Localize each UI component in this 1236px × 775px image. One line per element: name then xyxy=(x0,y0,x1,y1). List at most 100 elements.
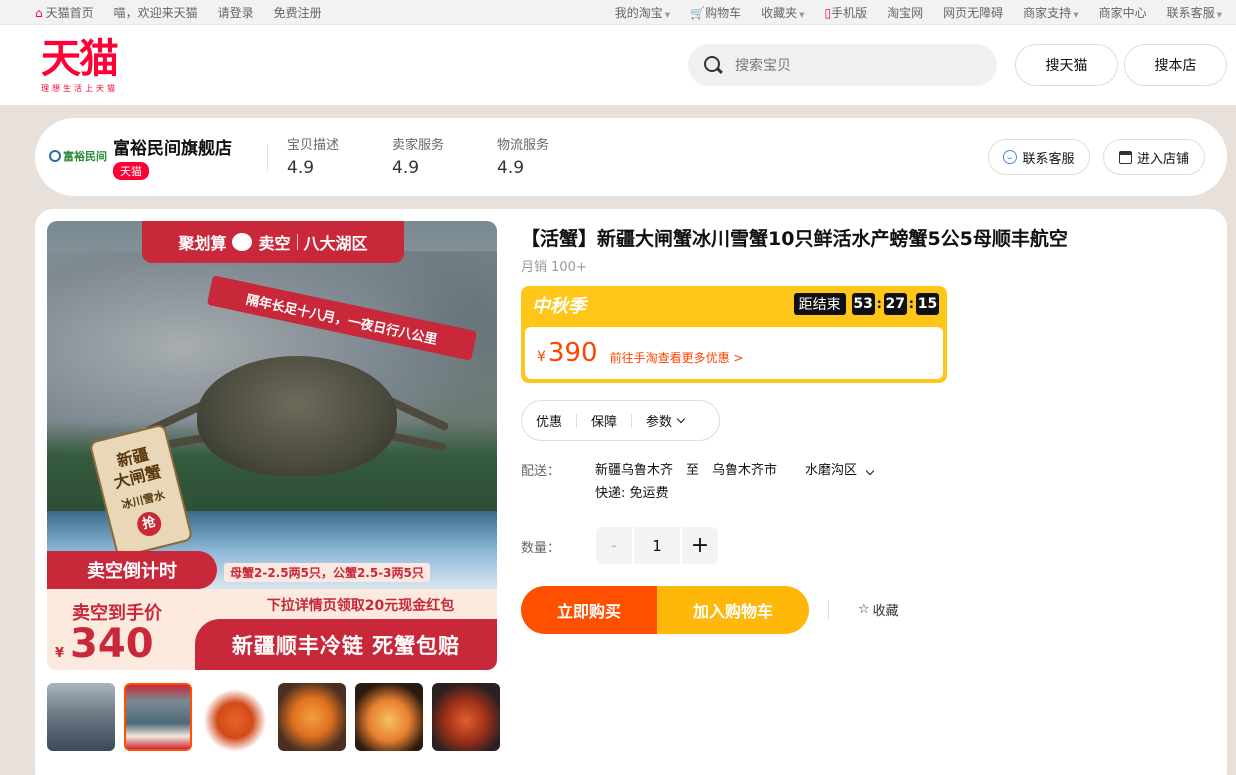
search-bar[interactable] xyxy=(688,44,997,86)
delivery-district-select[interactable]: 水磨沟区 xyxy=(805,459,875,478)
thumbnail-selected[interactable] xyxy=(124,683,192,751)
star-icon: ☆ xyxy=(858,602,870,617)
rating-label: 物流服务 xyxy=(497,138,550,153)
my-taobao-menu[interactable]: 我的淘宝 ▼ xyxy=(615,4,670,21)
tab-discount[interactable]: 优惠 xyxy=(522,412,576,430)
image-coupon-text: 下拉详情页领取20元现金红包 xyxy=(266,598,455,614)
tmall-badge: 天猫 xyxy=(113,162,149,180)
image-top-banner: 聚划算 卖空 八大湖区 xyxy=(142,221,404,263)
image-shipping-text: 新疆顺丰冷链 死蟹包赔 xyxy=(195,619,497,670)
banner-juhuasuan: 聚划算 xyxy=(178,234,227,253)
quantity-minus-button[interactable]: - xyxy=(596,527,632,564)
contact-service-button[interactable]: 联系客服 xyxy=(988,139,1090,175)
customer-service-icon xyxy=(1003,150,1018,164)
promo-countdown: 距结束 53 : 27 : 15 xyxy=(793,293,939,315)
tmall-home-label: 天猫首页 xyxy=(45,6,94,20)
greeting-text: 喵，欢迎来天猫 xyxy=(113,6,198,20)
logo-slogan: 理想生活上天猫 xyxy=(41,84,118,93)
thumbnail[interactable] xyxy=(47,683,115,751)
mobile-label: 手机版 xyxy=(831,6,868,20)
product-title: 【活蟹】新疆大闸蟹冰川雪蟹10只鲜活水产螃蟹5公5母顺丰航空 xyxy=(521,228,1068,250)
header: 天猫 理想生活上天猫 搜天猫 搜本店 xyxy=(0,25,1236,105)
rating-value: 4.9 xyxy=(497,158,525,178)
store-icon xyxy=(1118,150,1132,164)
rating-label: 卖家服务 xyxy=(392,138,445,153)
rating-service: 卖家服务 4.9 xyxy=(392,134,444,178)
tmall-logo[interactable]: 天猫 理想生活上天猫 xyxy=(41,37,133,94)
shop-logo-icon xyxy=(49,150,61,162)
price-more-link[interactable]: 前往手淘查看更多优惠 > xyxy=(610,349,744,366)
delivery-district: 水磨沟区 xyxy=(805,463,858,478)
chevron-down-icon xyxy=(676,414,686,423)
price-panel: ¥ 390 前往手淘查看更多优惠 > xyxy=(525,327,943,379)
image-price-value: 340 xyxy=(70,621,154,667)
logo-text: 天猫 xyxy=(41,35,119,82)
chevron-down-icon: ▼ xyxy=(1073,11,1079,19)
shop-logo[interactable]: 富裕民间 xyxy=(49,148,107,164)
my-taobao-label: 我的淘宝 xyxy=(614,6,663,20)
thumbnail[interactable] xyxy=(201,683,269,751)
chevron-down-icon: ▼ xyxy=(1216,11,1222,19)
search-icon xyxy=(703,55,723,75)
enter-store-label: 进入店铺 xyxy=(1136,151,1189,167)
merchant-support-menu[interactable]: 商家支持 ▼ xyxy=(1023,4,1078,21)
product-main-image[interactable]: 聚划算 卖空 八大湖区 隔年长足十八月，一夜日行八公里 新疆 大闸蟹 冰川雪水 … xyxy=(47,221,497,670)
rating-logistics: 物流服务 4.9 xyxy=(497,134,549,178)
quantity-label: 数量： xyxy=(521,541,561,556)
banner-maikong: 卖空 xyxy=(258,234,291,253)
contact-service-menu[interactable]: 联系客服 ▼ xyxy=(1167,4,1222,21)
merchant-center-link[interactable]: 商家中心 xyxy=(1099,4,1147,21)
product-main-card: 聚划算 卖空 八大湖区 隔年长足十八月，一夜日行八公里 新疆 大闸蟹 冰川雪水 … xyxy=(35,209,1227,775)
rating-value: 4.9 xyxy=(392,158,420,178)
top-bar: ⌂ 天猫首页 喵，欢迎来天猫 请登录 免费注册 我的淘宝 ▼ 🛒购物车 收藏夹 ▼ … xyxy=(0,0,1236,25)
quantity-value[interactable]: 1 xyxy=(634,527,680,564)
image-bottom-price: ¥ 340 xyxy=(55,621,154,667)
shop-name[interactable]: 富裕民间旗舰店 xyxy=(113,134,232,159)
image-spec: 母蟹2-2.5两5只，公蟹2.5-3两5只 xyxy=(224,563,430,582)
tmall-home-link[interactable]: ⌂ 天猫首页 xyxy=(35,4,94,21)
login-link[interactable]: 请登录 xyxy=(218,4,254,21)
currency-symbol: ¥ xyxy=(537,349,546,365)
accessible-link[interactable]: 网页无障碍 xyxy=(943,4,1003,21)
delivery-city[interactable]: 乌鲁木齐市 xyxy=(712,459,777,478)
tab-params[interactable]: 参数 xyxy=(632,412,698,430)
shop-logo-text: 富裕民间 xyxy=(63,150,107,163)
favorites-menu[interactable]: 收藏夹 ▼ xyxy=(761,4,804,21)
contact-service-label: 联系客服 xyxy=(1022,151,1075,167)
search-store-button[interactable]: 搜本店 xyxy=(1124,44,1227,86)
cart-link[interactable]: 🛒购物车 xyxy=(690,4,741,21)
chevron-down-icon: ▼ xyxy=(799,11,805,19)
quantity-stepper: - 1 + xyxy=(596,527,718,564)
countdown-colon: : xyxy=(908,296,914,312)
buy-now-button[interactable]: 立即购买 xyxy=(521,586,657,634)
divider xyxy=(267,144,268,172)
info-tabs: 优惠 保障 参数 xyxy=(521,400,720,441)
rating-value: 4.9 xyxy=(287,158,315,178)
countdown-seconds: 15 xyxy=(916,293,939,315)
enter-store-button[interactable]: 进入店铺 xyxy=(1103,139,1205,175)
cup-icon xyxy=(232,233,253,251)
add-to-cart-button[interactable]: 加入购物车 xyxy=(657,586,809,634)
mobile-link[interactable]: ▯手机版 xyxy=(825,4,868,21)
thumbnail[interactable] xyxy=(278,683,346,751)
search-input[interactable] xyxy=(735,57,965,73)
favorite-button[interactable]: ☆ 收藏 xyxy=(858,600,899,619)
countdown-label: 距结束 xyxy=(793,293,846,315)
register-link[interactable]: 免费注册 xyxy=(274,4,322,21)
favorite-label: 收藏 xyxy=(872,604,899,619)
monthly-sales: 月销 100+ xyxy=(521,260,587,275)
thumbnail[interactable] xyxy=(432,683,500,751)
thumbnail[interactable] xyxy=(355,683,423,751)
cart-label: 购物车 xyxy=(705,6,742,20)
delivery-to-word: 至 xyxy=(686,463,700,478)
merchant-support-label: 商家支持 xyxy=(1023,6,1072,20)
thumbnail-strip xyxy=(47,683,500,751)
search-tmall-button[interactable]: 搜天猫 xyxy=(1015,44,1118,86)
taobao-link[interactable]: 淘宝网 xyxy=(887,4,923,21)
cart-icon: 🛒 xyxy=(690,6,706,20)
countdown-colon: : xyxy=(876,296,882,312)
tab-guarantee[interactable]: 保障 xyxy=(577,412,631,430)
delivery-route: 新疆乌鲁木齐 至 乌鲁木齐市 水磨沟区 xyxy=(595,459,875,478)
quantity-plus-button[interactable]: + xyxy=(682,527,718,564)
price-value: 390 xyxy=(547,338,598,368)
